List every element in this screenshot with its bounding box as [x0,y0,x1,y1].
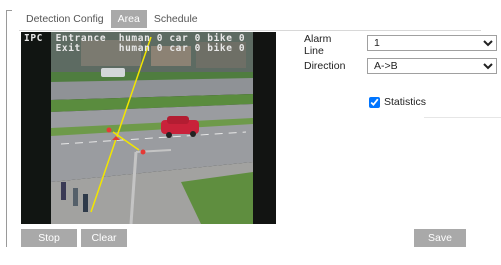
video-preview[interactable]: IPC Entrance human 0 car 0 bike 0 Exit h… [21,32,276,224]
tab-area[interactable]: Area [110,10,147,28]
tab-divider [19,30,481,31]
alarm-line-label-1: Alarm [304,33,332,45]
alarm-line-select[interactable]: 1 [367,35,497,51]
statistics-option[interactable]: Statistics [369,96,426,108]
stop-draw-button[interactable]: Stop Draw [21,229,77,262]
statistics-checkbox[interactable] [369,96,380,108]
camera-scene [21,32,276,224]
save-button[interactable]: Save [414,229,466,247]
tab-bar: Detection Config Area Schedule [19,10,205,30]
tab-detection-config[interactable]: Detection Config [19,10,111,28]
alarm-line-label-2: Line [304,45,324,57]
direction-label: Direction [304,60,346,72]
osd-exit-counter: Exit human 0 car 0 bike 0 [24,43,246,54]
statistics-divider [424,117,501,118]
clear-button[interactable]: Clear [81,229,127,247]
direction-select[interactable]: A->B [367,58,497,74]
panel-frame [6,10,12,247]
tab-schedule[interactable]: Schedule [147,10,205,28]
statistics-label: Statistics [384,96,427,108]
